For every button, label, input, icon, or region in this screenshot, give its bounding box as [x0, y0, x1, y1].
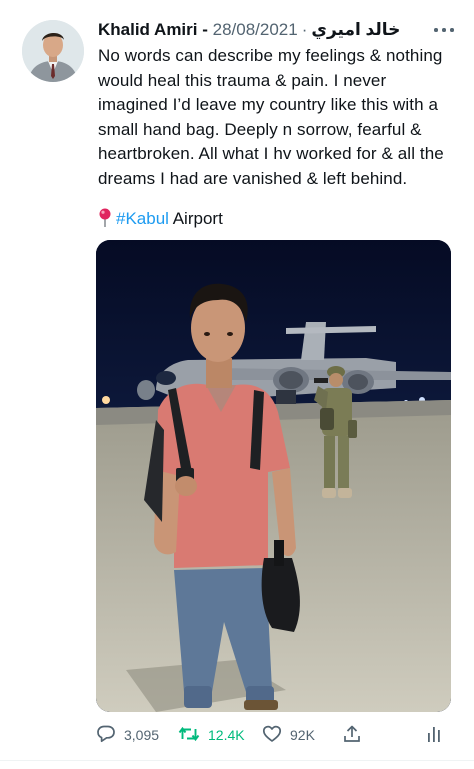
- analytics-icon: [426, 724, 442, 747]
- retweet-icon: [178, 724, 200, 747]
- tweet-location-line: #Kabul Airport: [98, 207, 223, 234]
- share-icon: [342, 724, 362, 747]
- more-dots-icon[interactable]: [434, 26, 456, 34]
- tweet-photo[interactable]: [96, 240, 451, 712]
- tweet-divider: [0, 760, 474, 761]
- reply-icon: [96, 724, 116, 747]
- like-button[interactable]: 92K: [262, 722, 315, 748]
- tweet-text: No words can describe my feelings & noth…: [98, 46, 444, 188]
- reply-button[interactable]: 3,095: [96, 722, 159, 748]
- reply-count: 3,095: [124, 727, 160, 743]
- retweet-count: 12.4K: [208, 727, 245, 743]
- header-separator: ·: [301, 20, 308, 39]
- tweet-header: Khalid Amiri - خالد اميري·28/08/2021: [98, 18, 400, 42]
- round-pushpin-icon: [98, 208, 112, 234]
- heart-icon: [262, 724, 282, 747]
- tweet[interactable]: Khalid Amiri - خالد اميري·28/08/2021 No …: [0, 0, 474, 769]
- tweet-actions: 3,095 12.4K 92K: [96, 722, 451, 748]
- avatar[interactable]: [22, 20, 84, 82]
- analytics-button[interactable]: [426, 722, 442, 748]
- location-suffix: Airport: [168, 209, 223, 228]
- hashtag-link[interactable]: #Kabul: [116, 209, 169, 228]
- tweet-date[interactable]: 28/08/2021: [213, 20, 298, 39]
- like-count: 92K: [290, 727, 315, 743]
- retweet-button[interactable]: 12.4K: [178, 722, 245, 748]
- share-button[interactable]: [342, 722, 362, 748]
